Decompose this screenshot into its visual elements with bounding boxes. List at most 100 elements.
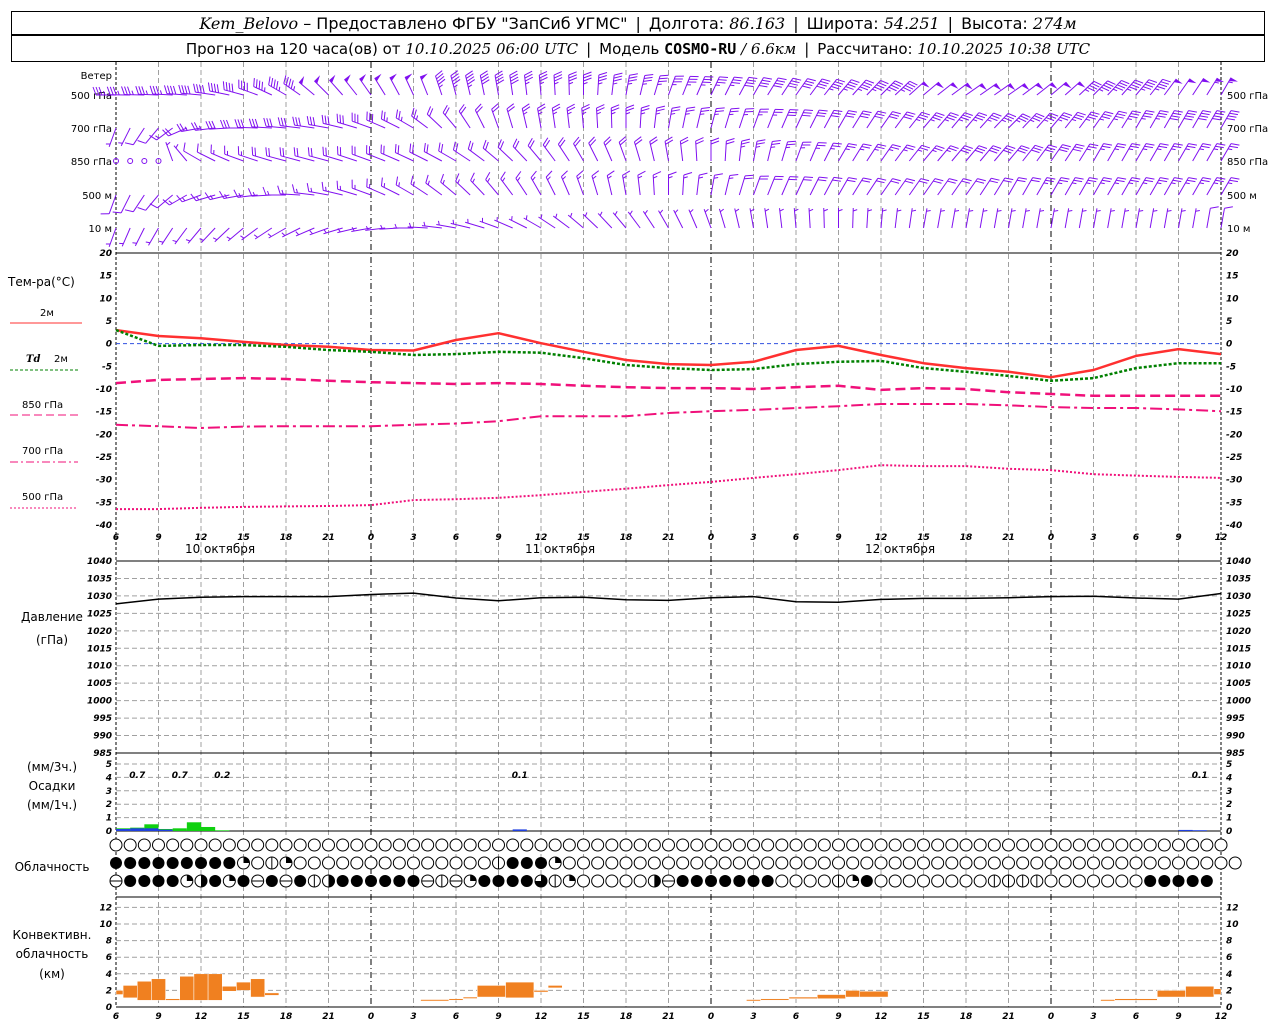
barb-half-feather	[674, 209, 679, 214]
wind-barb-icon	[880, 144, 901, 162]
cloud-cover-icon	[506, 857, 519, 869]
barb-staff	[381, 185, 400, 196]
barb-staff	[852, 177, 864, 196]
barb-feather	[1158, 145, 1168, 149]
barb-staff	[527, 145, 542, 162]
x-tick-label: 15	[917, 1012, 930, 1022]
barb-staff	[682, 76, 691, 96]
wind-barb-icon	[500, 171, 514, 196]
barb-feather	[700, 109, 710, 112]
barb-half-feather	[145, 90, 148, 95]
cloud-circle	[761, 856, 775, 870]
wind-barb-icon	[951, 112, 973, 129]
wind-barb-icon	[185, 227, 202, 244]
temp-tick-label: -20	[1226, 430, 1242, 440]
wind-barb-icon	[838, 79, 860, 96]
cloud-circle	[208, 838, 222, 852]
barb-feather	[832, 179, 841, 182]
barb-half-feather	[1227, 182, 1233, 185]
barb-feather	[920, 178, 930, 182]
barb-half-feather	[770, 146, 776, 148]
wind-barb-icon	[314, 75, 329, 96]
wind-barb-icon	[440, 173, 457, 196]
x-tick-label: 21	[662, 533, 675, 543]
barb-half-feather	[1068, 209, 1073, 212]
wind-barb-icon	[530, 170, 542, 196]
cloud-cover-icon	[265, 875, 278, 887]
cloud-circle	[917, 874, 930, 888]
barb-feather	[181, 85, 185, 94]
cloud-cover-icon	[662, 838, 675, 852]
barb-half-feather	[1011, 209, 1016, 212]
barb-feather	[921, 144, 931, 149]
barb-feather	[1072, 148, 1082, 152]
cloud-full	[209, 857, 222, 869]
barb-feather	[741, 138, 751, 142]
wind-barb-icon	[679, 136, 689, 162]
cloud-cover-icon	[902, 856, 916, 870]
barb-half-feather	[668, 176, 673, 179]
barb-feather	[1103, 84, 1112, 90]
wind-level-label: 850 гПа	[71, 157, 112, 168]
wind-barb-icon	[823, 207, 828, 229]
wind-barb-icon	[627, 210, 641, 229]
barb-feather	[336, 180, 339, 190]
barb-half-feather	[293, 86, 296, 91]
barb-half-feather	[1086, 148, 1091, 151]
wind-barb-icon	[880, 178, 901, 196]
x-tick-label: 0	[1048, 1012, 1054, 1022]
barb-feather	[201, 84, 205, 94]
barb-feather	[169, 85, 174, 95]
wind-barb-icon	[226, 227, 244, 242]
barb-feather	[1172, 112, 1182, 116]
cloud-cover-icon	[124, 857, 137, 869]
cloud-cover-icon	[477, 856, 491, 870]
barb-feather	[196, 143, 199, 153]
barb-feather	[656, 108, 665, 112]
barb-half-feather	[1100, 182, 1105, 185]
barb-feather	[1088, 146, 1097, 149]
barb-feather	[183, 142, 186, 152]
barb-feather	[686, 106, 696, 109]
wind-barb-icon	[795, 109, 814, 129]
wind-barb-icon	[696, 172, 708, 196]
barb-feather	[279, 147, 282, 156]
wind-barb-icon	[951, 145, 973, 162]
x-tick-label: 18	[280, 533, 293, 543]
precip-bar-blue	[1192, 830, 1207, 831]
cloud-cover-icon	[619, 856, 633, 870]
barb-feather	[1021, 145, 1030, 149]
barb-half-feather	[185, 239, 191, 242]
barb-feather	[312, 117, 316, 126]
barb-feather	[819, 176, 828, 179]
barb-half-feather	[1030, 119, 1035, 123]
x-tick-label: 15	[237, 1012, 250, 1022]
precip-3h-total: 0.7	[129, 771, 146, 781]
cloud-cover-icon	[1144, 875, 1157, 887]
cloud-full	[407, 875, 420, 887]
barb-feather	[426, 144, 429, 153]
cloud-cover-icon	[478, 875, 491, 887]
wind-barb-icon	[965, 112, 988, 129]
cloud-cover-icon	[888, 874, 902, 888]
precip-bar-blue	[512, 829, 527, 831]
barb-feather	[849, 81, 858, 86]
barb-feather	[1174, 143, 1183, 146]
cloud-cover-icon	[690, 875, 703, 887]
cloud-circle	[633, 874, 647, 888]
wind-barb-icon	[880, 208, 887, 229]
x-tick-label: 15	[577, 1012, 590, 1022]
barb-feather	[1144, 179, 1154, 183]
wind-barb-icon	[618, 136, 628, 162]
wind-barb-icon	[781, 140, 797, 162]
cloud-cover-icon	[803, 874, 817, 888]
barb-staff	[470, 180, 485, 196]
barb-half-feather	[735, 208, 740, 212]
wind-level-labels: 500 гПа 500 гПа700 гПа 700 гПа850 гПа 850 г…	[71, 91, 1268, 235]
cloud-circle	[747, 856, 760, 870]
cloud-cover-icon	[1143, 856, 1157, 870]
cloud-cover-icon	[917, 838, 930, 852]
barb-half-feather	[159, 90, 163, 95]
wind-barb-icon	[165, 141, 174, 162]
cloud-cover-icon	[393, 875, 406, 887]
